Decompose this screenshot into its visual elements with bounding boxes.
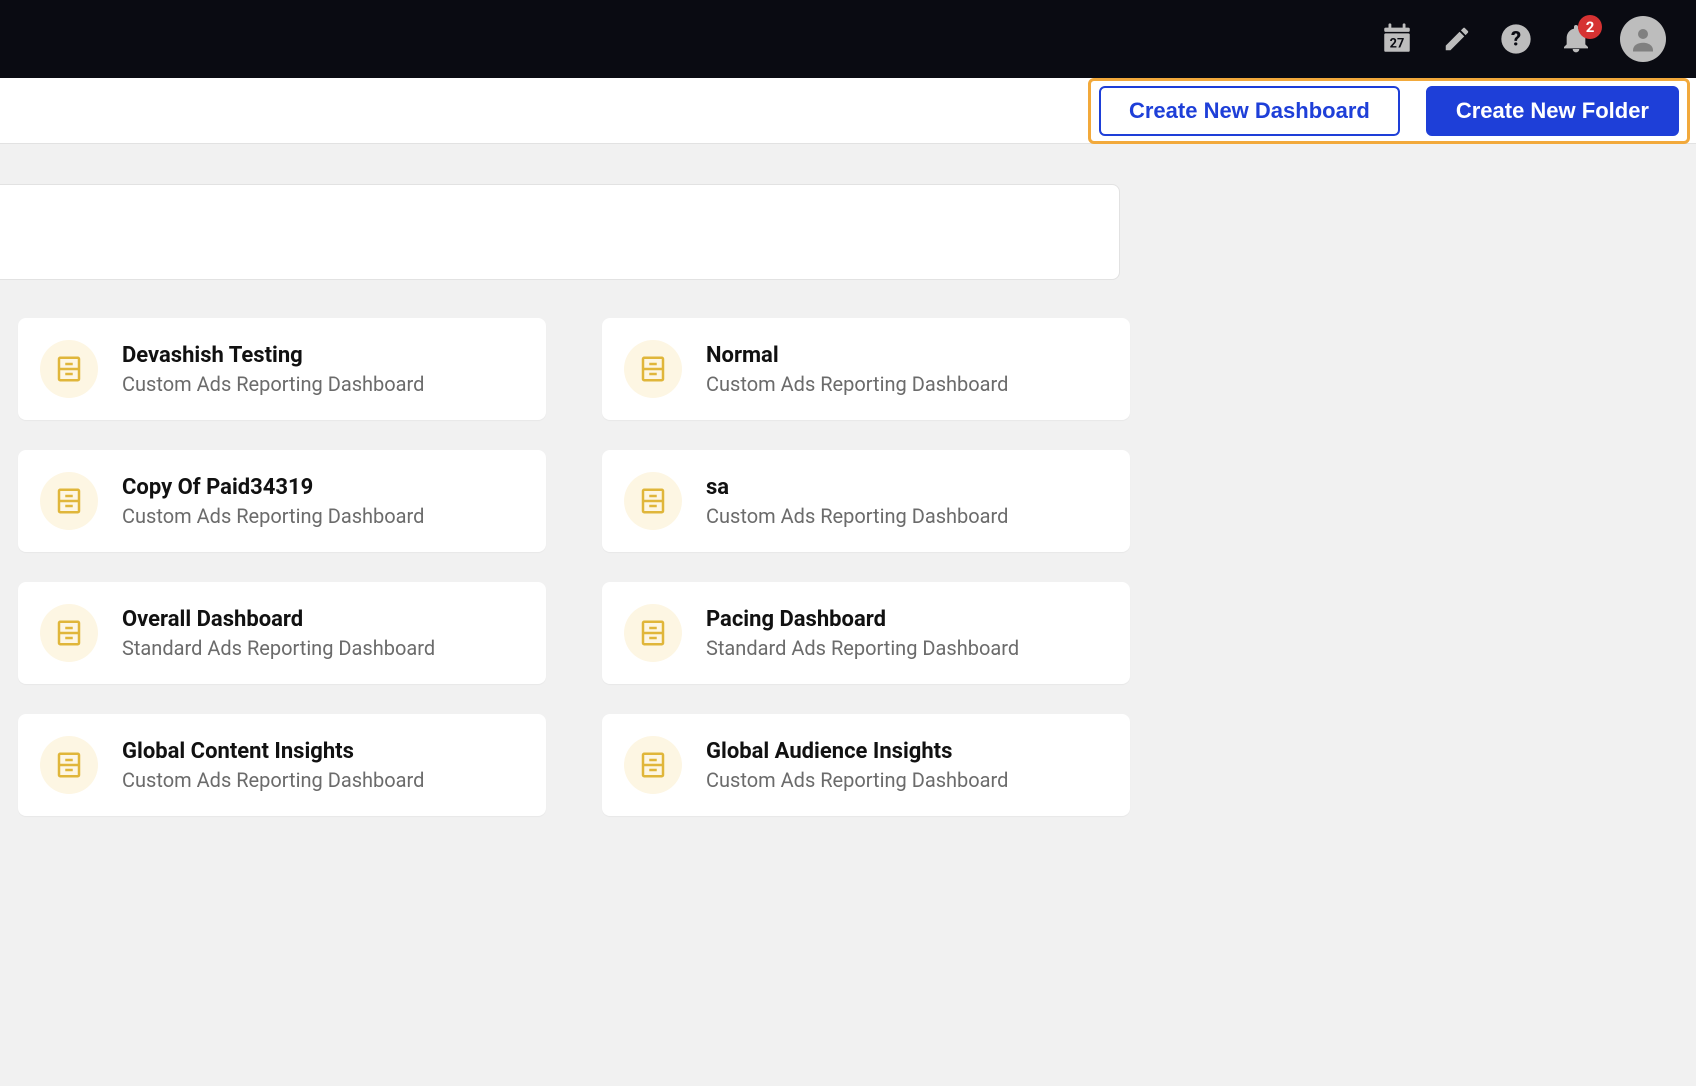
notification-badge: 2 bbox=[1578, 15, 1602, 39]
card-title: Overall Dashboard bbox=[122, 607, 435, 632]
avatar[interactable] bbox=[1620, 16, 1666, 62]
cabinet-icon bbox=[40, 340, 98, 398]
cabinet-icon bbox=[40, 604, 98, 662]
cabinet-icon bbox=[624, 472, 682, 530]
action-bar: Create New Dashboard Create New Folder bbox=[0, 78, 1696, 144]
dashboard-card[interactable]: Copy Of Paid34319 Custom Ads Reporting D… bbox=[18, 450, 546, 552]
card-subtitle: Custom Ads Reporting Dashboard bbox=[706, 504, 1008, 528]
calendar-icon[interactable]: 27 bbox=[1380, 22, 1414, 56]
card-title: Global Audience Insights bbox=[706, 739, 1008, 764]
card-subtitle: Standard Ads Reporting Dashboard bbox=[122, 636, 435, 660]
dashboard-card[interactable]: Global Audience Insights Custom Ads Repo… bbox=[602, 714, 1130, 816]
cabinet-icon bbox=[40, 736, 98, 794]
cabinet-icon bbox=[624, 340, 682, 398]
card-title: sa bbox=[706, 475, 1008, 500]
create-new-folder-button[interactable]: Create New Folder bbox=[1426, 86, 1679, 136]
dashboard-card[interactable]: sa Custom Ads Reporting Dashboard bbox=[602, 450, 1130, 552]
notifications-icon[interactable]: 2 bbox=[1560, 23, 1592, 55]
create-new-dashboard-button[interactable]: Create New Dashboard bbox=[1099, 86, 1400, 136]
card-title: Pacing Dashboard bbox=[706, 607, 1019, 632]
dashboard-card[interactable]: Global Content Insights Custom Ads Repor… bbox=[18, 714, 546, 816]
card-title: Copy Of Paid34319 bbox=[122, 475, 424, 500]
dashboard-card[interactable]: Pacing Dashboard Standard Ads Reporting … bbox=[602, 582, 1130, 684]
dashboard-card[interactable]: Overall Dashboard Standard Ads Reporting… bbox=[18, 582, 546, 684]
svg-text:?: ? bbox=[1511, 27, 1521, 51]
card-title: Global Content Insights bbox=[122, 739, 424, 764]
card-subtitle: Custom Ads Reporting Dashboard bbox=[706, 372, 1008, 396]
card-subtitle: Custom Ads Reporting Dashboard bbox=[706, 768, 1008, 792]
card-subtitle: Custom Ads Reporting Dashboard bbox=[122, 504, 424, 528]
pencil-icon[interactable] bbox=[1442, 24, 1472, 54]
dashboards-grid: Devashish Testing Custom Ads Reporting D… bbox=[0, 280, 1696, 816]
card-subtitle: Standard Ads Reporting Dashboard bbox=[706, 636, 1019, 660]
search-panel[interactable] bbox=[0, 184, 1120, 280]
help-icon[interactable]: ? bbox=[1500, 23, 1532, 55]
dashboard-card[interactable]: Normal Custom Ads Reporting Dashboard bbox=[602, 318, 1130, 420]
cabinet-icon bbox=[624, 604, 682, 662]
highlighted-actions: Create New Dashboard Create New Folder bbox=[1088, 78, 1690, 144]
cabinet-icon bbox=[40, 472, 98, 530]
card-title: Devashish Testing bbox=[122, 343, 424, 368]
cabinet-icon bbox=[624, 736, 682, 794]
card-subtitle: Custom Ads Reporting Dashboard bbox=[122, 768, 424, 792]
dashboard-card[interactable]: Devashish Testing Custom Ads Reporting D… bbox=[18, 318, 546, 420]
card-title: Normal bbox=[706, 343, 1008, 368]
card-subtitle: Custom Ads Reporting Dashboard bbox=[122, 372, 424, 396]
calendar-day: 27 bbox=[1390, 37, 1405, 52]
topbar: 27 ? 2 bbox=[0, 0, 1696, 78]
